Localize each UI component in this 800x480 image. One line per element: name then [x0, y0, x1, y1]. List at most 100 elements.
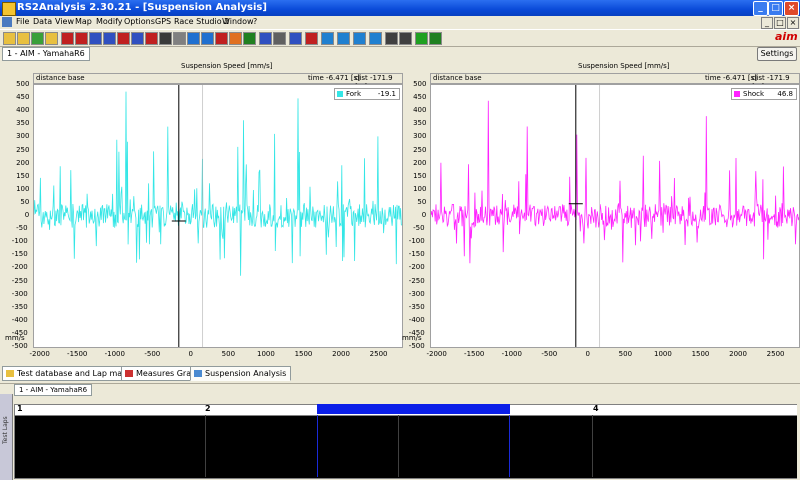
folder-icon[interactable] [45, 32, 58, 45]
graph-icon[interactable] [61, 32, 74, 45]
plot-area[interactable] [33, 84, 403, 348]
report-icon[interactable] [145, 32, 158, 45]
maximize-button[interactable]: □ [768, 1, 783, 16]
table-icon[interactable] [103, 32, 116, 45]
arrow-icon[interactable] [337, 32, 350, 45]
y-tick-label: 300 [16, 132, 30, 141]
database-icon [6, 370, 14, 377]
mdi-close-button[interactable]: × [787, 17, 799, 29]
zoom-out-icon[interactable] [369, 32, 382, 45]
settings-button[interactable]: Settings [757, 47, 797, 61]
chart-info-bar: distance base time -6.471 [s] dist -171.9 … [430, 73, 800, 91]
x-tick-label: -1500 [67, 350, 88, 358]
side-label: Test Laps [2, 416, 9, 444]
lap-number: 1 [17, 404, 23, 413]
y-tick-label: 250 [413, 145, 427, 154]
x-tick-label: 500 [618, 350, 633, 358]
lap-number: 2 [205, 404, 211, 413]
info-time: time -6.471 [s] [705, 74, 757, 82]
y-tick-label: 450 [16, 93, 30, 102]
y-tick-label: 0 [24, 211, 30, 219]
y-tick-label: -100 [11, 237, 28, 246]
line-icon[interactable] [415, 32, 428, 45]
print-icon[interactable] [273, 32, 286, 45]
open-folder-icon[interactable] [3, 32, 16, 45]
y-unit-label: mm/s [402, 334, 422, 342]
zoom-in-icon[interactable] [305, 32, 318, 45]
y-tick-label: 200 [413, 158, 427, 167]
title-bar: RS2Analysis 2.30.21 - [Suspension Analys… [0, 0, 800, 16]
y-unit-label: mm/s [5, 334, 25, 342]
new-icon[interactable] [31, 32, 44, 45]
menu-data[interactable]: Data [33, 17, 52, 26]
chart-legend[interactable]: Fork -19.1 [334, 88, 400, 100]
menu-bar: File Data View Map Modify Options GPS Ra… [0, 16, 800, 28]
tag-icon[interactable] [229, 32, 242, 45]
mdi-restore-button[interactable]: □ [774, 17, 786, 29]
aim-logo: aim [775, 30, 798, 43]
lap-icon[interactable] [117, 32, 130, 45]
tab-label: Suspension Analysis [205, 369, 287, 378]
arrow-icon[interactable] [321, 32, 334, 45]
save-icon[interactable] [259, 32, 272, 45]
y-tick-label: -50 [413, 224, 425, 233]
menu-help[interactable]: ? [253, 17, 257, 26]
time-icon[interactable] [385, 32, 398, 45]
selected-lap-bar[interactable] [317, 404, 510, 414]
arrow-icon[interactable] [353, 32, 366, 45]
x-tick-label: 2500 [369, 350, 388, 358]
y-tick-label: -200 [408, 263, 425, 272]
chart-icon[interactable] [75, 32, 88, 45]
speedometer-icon[interactable] [159, 32, 172, 45]
y-tick-label: -200 [11, 263, 28, 272]
channels-icon[interactable] [89, 32, 102, 45]
document-icon[interactable] [2, 17, 12, 27]
plot-area[interactable] [430, 84, 800, 348]
menu-modify[interactable]: Modify [96, 17, 123, 26]
legend-name: Shock [743, 90, 765, 98]
y-tick-label: -300 [11, 289, 28, 298]
close-button[interactable]: × [784, 1, 799, 16]
export-icon[interactable] [429, 32, 442, 45]
tab-suspension-analysis[interactable]: Suspension Analysis [190, 366, 292, 381]
mdi-minimize-button[interactable]: _ [761, 17, 773, 29]
track-icon[interactable] [243, 32, 256, 45]
x-tick-label: 2000 [729, 350, 747, 358]
save-icon[interactable] [17, 32, 30, 45]
chart-legend[interactable]: Shock 46.8 [731, 88, 797, 100]
menu-window[interactable]: Window [222, 17, 254, 26]
y-tick-label: 400 [413, 106, 427, 115]
y-tick-label: 50 [417, 197, 427, 206]
menu-race-studio[interactable]: Race Studio 2 [174, 17, 229, 26]
document-tab[interactable]: 1 - AIM - YamahaR6 [2, 47, 90, 61]
y-tick-label: 250 [16, 145, 30, 154]
minimize-button[interactable]: _ [753, 1, 768, 16]
menu-map[interactable]: Map [75, 17, 92, 26]
zoom-icon[interactable] [201, 32, 214, 45]
menu-options[interactable]: Options [124, 17, 155, 26]
cursor-icon[interactable] [187, 32, 200, 45]
menu-gps[interactable]: GPS [155, 17, 171, 26]
y-tick-label: 150 [16, 171, 30, 180]
gauge-icon[interactable] [173, 32, 186, 45]
legend-swatch [337, 91, 343, 97]
math-icon[interactable] [215, 32, 228, 45]
menu-file[interactable]: File [16, 17, 29, 26]
x-tick-label: 0 [585, 350, 590, 358]
fit-icon[interactable] [399, 32, 412, 45]
split-icon[interactable] [289, 32, 302, 45]
legend-value: -19.1 [377, 90, 396, 98]
x-tick-label: 500 [221, 350, 236, 358]
histogram-icon[interactable] [131, 32, 144, 45]
lap-number: 3 [399, 404, 405, 413]
x-tick-label: 2500 [766, 350, 785, 358]
series-line-shock [431, 100, 799, 264]
lap-panel-sidebar: Test Laps [0, 394, 13, 480]
menu-view[interactable]: View [55, 17, 74, 26]
x-tick-label: -2000 [29, 350, 50, 358]
y-tick-label: 100 [16, 184, 30, 193]
y-tick-label: 300 [413, 132, 427, 141]
chart-info-bar: distance base time -6.471 [s] dist -171.9 … [33, 73, 403, 91]
x-tick-label: -1500 [464, 350, 485, 358]
lap-panel-tab[interactable]: 1 - AIM - YamahaR6 [14, 384, 93, 396]
